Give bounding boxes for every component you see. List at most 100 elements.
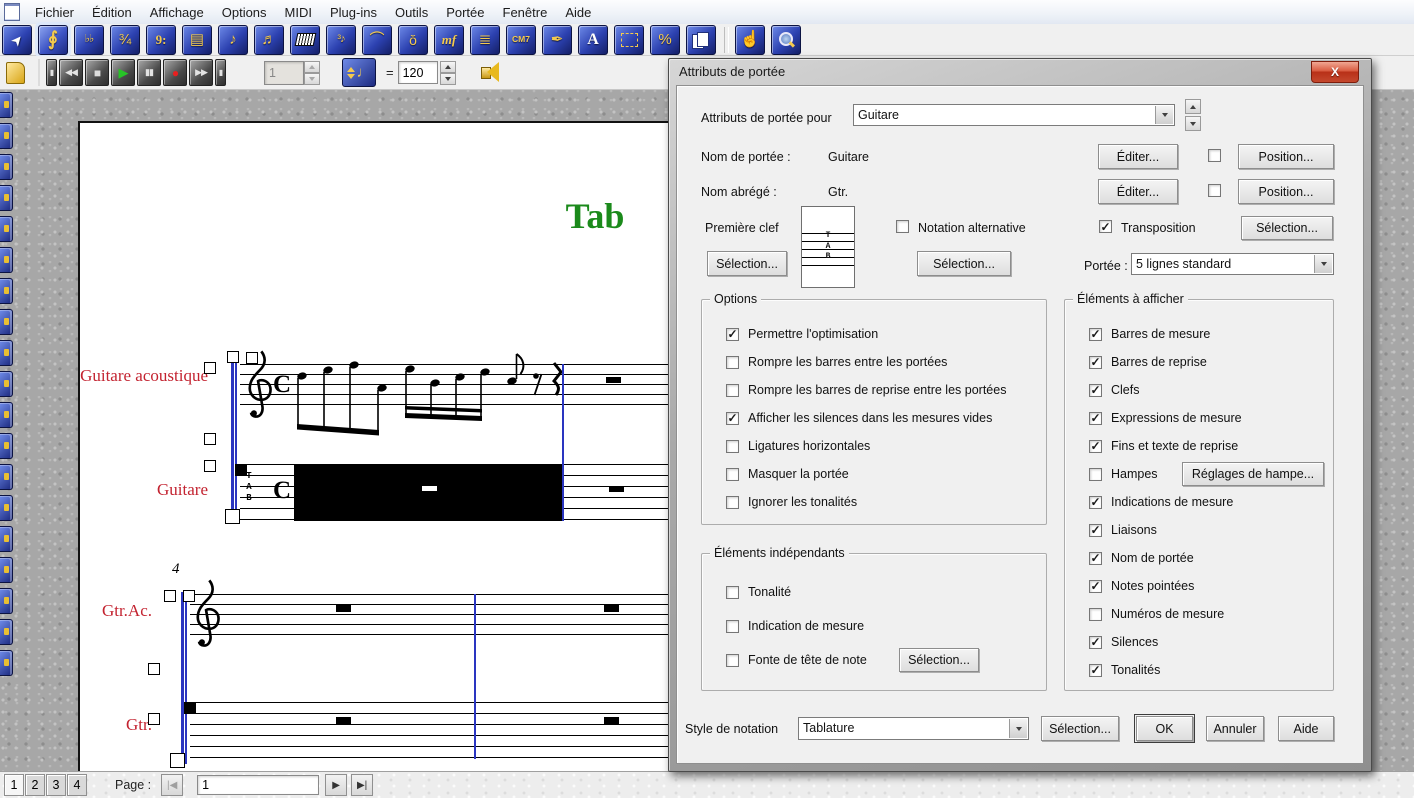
dropdown-arrow-icon[interactable] xyxy=(1009,719,1027,738)
clef-tool[interactable]: 9: xyxy=(146,25,176,55)
option-checkbox-0[interactable]: ✓ xyxy=(726,328,739,341)
display-checkbox-4[interactable]: ✓ xyxy=(1089,440,1102,453)
menu-item[interactable]: Plug-ins xyxy=(321,3,386,22)
chord-tool[interactable]: CM7 xyxy=(506,25,536,55)
staff-handle[interactable] xyxy=(246,352,258,364)
palette-tool-button[interactable] xyxy=(0,588,13,614)
palette-tool-button[interactable] xyxy=(0,371,13,397)
name-position-button[interactable]: Position... xyxy=(1238,144,1334,169)
menu-item[interactable]: MIDI xyxy=(276,3,321,22)
display-checkbox-10[interactable] xyxy=(1089,608,1102,621)
first-clef-selection-button[interactable]: Sélection... xyxy=(707,251,787,276)
staff-label-gtr-ac[interactable]: Gtr.Ac. xyxy=(84,601,152,621)
tempo-spin-down-button[interactable] xyxy=(440,73,456,85)
staff-spin-up-button[interactable] xyxy=(1185,99,1201,114)
selected-region-highlight[interactable] xyxy=(294,464,562,521)
help-button[interactable]: Aide xyxy=(1278,716,1334,741)
rewind-button[interactable]: ◀◀ xyxy=(59,59,83,86)
alternate-notation-selection-button[interactable]: Sélection... xyxy=(917,251,1011,276)
staff-label-guitare-acoustique[interactable]: Guitare acoustique xyxy=(56,366,208,386)
display-checkbox-2[interactable]: ✓ xyxy=(1089,384,1102,397)
stop-button[interactable]: ■ xyxy=(85,59,109,86)
staff-setup-tool[interactable]: ∮ xyxy=(38,25,68,55)
menu-item[interactable]: Outils xyxy=(386,3,437,22)
palette-tool-button[interactable] xyxy=(0,464,13,490)
menu-item[interactable]: Fichier xyxy=(26,3,83,22)
edit-abbreviation-button[interactable]: Éditer... xyxy=(1098,179,1178,204)
palette-tool-button[interactable] xyxy=(0,247,13,273)
palette-tool-button[interactable] xyxy=(0,185,13,211)
notation-style-selection-button[interactable]: Sélection... xyxy=(1041,716,1119,741)
page-layout-tool[interactable] xyxy=(686,25,716,55)
display-checkbox-3[interactable]: ✓ xyxy=(1089,412,1102,425)
staff-handle[interactable] xyxy=(204,362,216,374)
palette-tool-button[interactable] xyxy=(0,340,13,366)
measure-spin-up-button[interactable] xyxy=(304,61,320,73)
transposition-selection-button[interactable]: Sélection... xyxy=(1241,216,1333,240)
palette-tool-button[interactable] xyxy=(0,619,13,645)
palette-tool-button[interactable] xyxy=(0,433,13,459)
measure-tool[interactable]: ▤ xyxy=(182,25,212,55)
independent-checkbox-0[interactable] xyxy=(726,586,739,599)
page-number-input[interactable] xyxy=(197,775,319,795)
selection-frame-tool[interactable] xyxy=(614,25,644,55)
palette-tool-button[interactable] xyxy=(0,278,13,304)
special-tools[interactable]: ✒ xyxy=(542,25,572,55)
palette-tool-button[interactable] xyxy=(0,309,13,335)
abbreviation-position-checkbox[interactable] xyxy=(1208,184,1221,197)
dropdown-arrow-icon[interactable] xyxy=(1155,106,1173,124)
smart-shape-tool[interactable]: ⌒ xyxy=(362,25,392,55)
tuplet-tool[interactable]: ³♪ xyxy=(326,25,356,55)
text-tool[interactable]: A xyxy=(578,25,608,55)
notation-style-combobox[interactable]: Tablature xyxy=(798,717,1029,740)
speaker-icon[interactable] xyxy=(478,59,508,86)
staff-tool[interactable]: ≣ xyxy=(470,25,500,55)
palette-tool-button[interactable] xyxy=(0,557,13,583)
key-signature-tool[interactable]: ♭♭ xyxy=(74,25,104,55)
record-button[interactable]: ● xyxy=(163,59,187,86)
palette-tool-button[interactable] xyxy=(0,216,13,242)
simple-entry-tool[interactable]: ♬ xyxy=(254,25,284,55)
palette-tool-button[interactable] xyxy=(0,154,13,180)
hand-grabber-tool[interactable]: ☝ xyxy=(735,25,765,55)
system1-group-bracket[interactable] xyxy=(231,361,237,523)
menu-item[interactable]: Aide xyxy=(556,3,600,22)
playback-end-marker[interactable]: ▮ xyxy=(215,59,226,86)
note-entry-tool[interactable]: ♪ xyxy=(218,25,248,55)
staff-handle-selected[interactable] xyxy=(184,702,196,714)
staff-handle[interactable] xyxy=(170,753,185,768)
staff-handle[interactable] xyxy=(164,590,176,602)
palette-tool-button[interactable] xyxy=(0,526,13,552)
display-checkbox-9[interactable]: ✓ xyxy=(1089,580,1102,593)
first-page-button[interactable]: |◀ xyxy=(161,774,183,796)
dropdown-arrow-icon[interactable] xyxy=(1314,255,1332,273)
first-clef-preview[interactable]: TAB xyxy=(801,206,855,288)
pause-button[interactable]: ▮▮ xyxy=(137,59,161,86)
palette-tool-button[interactable] xyxy=(0,123,13,149)
fast-forward-button[interactable]: ▶▶ xyxy=(189,59,213,86)
next-page-button[interactable]: ▶ xyxy=(325,774,347,796)
expression-tool[interactable]: mf xyxy=(434,25,464,55)
menu-item[interactable]: Affichage xyxy=(141,3,213,22)
staff-handle[interactable] xyxy=(148,663,160,675)
independent-checkbox-1[interactable] xyxy=(726,620,739,633)
layer-button-3[interactable]: 3 xyxy=(46,774,66,796)
option-checkbox-6[interactable] xyxy=(726,496,739,509)
zoom-tool[interactable] xyxy=(771,25,801,55)
tempo-input[interactable] xyxy=(398,61,438,84)
display-checkbox-0[interactable]: ✓ xyxy=(1089,328,1102,341)
staff-spin-down-button[interactable] xyxy=(1185,116,1201,131)
articulation-tool[interactable]: ŏ xyxy=(398,25,428,55)
document-page-icon[interactable] xyxy=(2,60,30,86)
display-checkbox-6[interactable]: ✓ xyxy=(1089,496,1102,509)
palette-tool-button[interactable] xyxy=(0,402,13,428)
staff-handle[interactable] xyxy=(204,460,216,472)
layer-button-2[interactable]: 2 xyxy=(25,774,45,796)
display-checkbox-1[interactable]: ✓ xyxy=(1089,356,1102,369)
independent-checkbox-2[interactable] xyxy=(726,654,739,667)
name-position-checkbox[interactable] xyxy=(1208,149,1221,162)
staff-handle[interactable] xyxy=(227,351,239,363)
menu-item[interactable]: Portée xyxy=(437,3,493,22)
play-button[interactable]: ▶ xyxy=(111,59,135,86)
palette-tool-button[interactable] xyxy=(0,650,13,676)
